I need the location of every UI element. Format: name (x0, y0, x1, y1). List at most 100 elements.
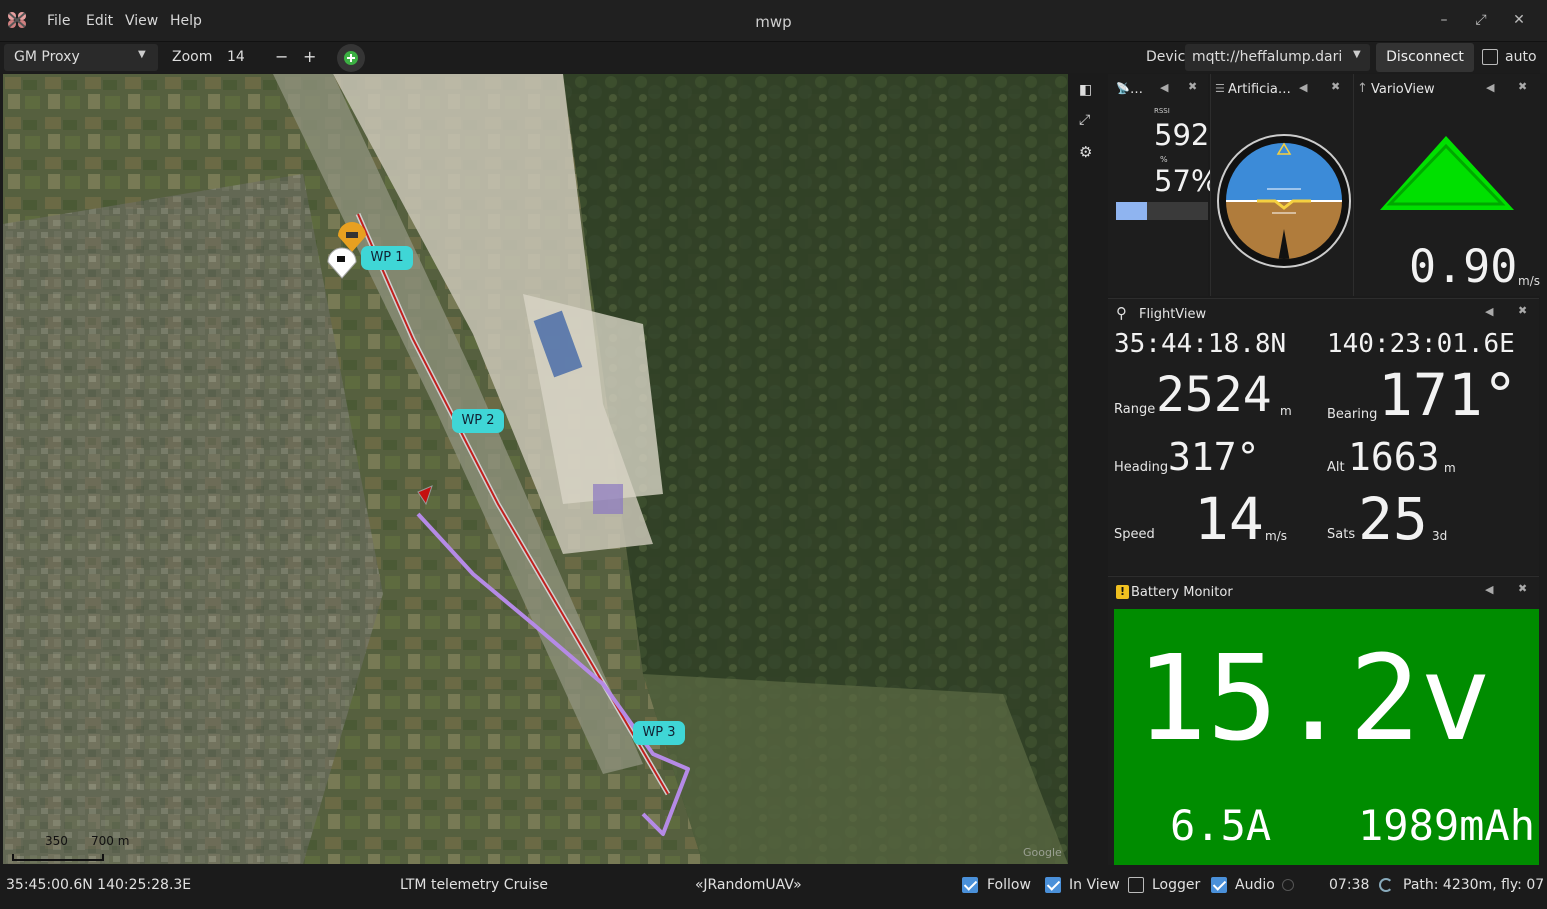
satellite-map[interactable] (3, 74, 1068, 864)
detach-icon[interactable]: ◀ (1160, 81, 1168, 94)
sats-label: Sats (1327, 527, 1356, 542)
warning-icon: ! (1116, 585, 1129, 599)
close-panel-icon[interactable]: ✖ (1518, 582, 1527, 595)
follow-checkbox[interactable] (962, 877, 978, 893)
speed-value: 14 (1194, 485, 1264, 553)
map-attribution: Google (1023, 846, 1062, 859)
close-panel-icon[interactable]: ✖ (1518, 80, 1527, 93)
close-panel-icon[interactable]: ✖ (1518, 304, 1527, 317)
waypoint-2[interactable]: WP 2 (452, 409, 504, 433)
sats-unit: 3d (1432, 529, 1448, 543)
detach-icon[interactable]: ◀ (1299, 81, 1307, 94)
antenna-icon: 📡 (1116, 82, 1130, 95)
menu-view[interactable]: View (125, 13, 158, 29)
add-button[interactable] (337, 44, 365, 72)
audio-checkbox[interactable] (1211, 877, 1227, 893)
logger-checkbox[interactable] (1128, 877, 1144, 893)
battery-voltage: 15.2v (1136, 629, 1492, 767)
device-value: mqtt://heffalump.daria.co (1192, 49, 1342, 65)
speed-label: Speed (1114, 527, 1155, 542)
map-source-select[interactable]: GM Proxy ▼ (4, 44, 158, 71)
audio-label: Audio (1235, 877, 1275, 893)
status-indicator (1282, 879, 1294, 891)
waypoint-1[interactable]: WP 1 (361, 246, 413, 270)
alt-label: Alt (1327, 460, 1345, 475)
in-view-label: In View (1069, 877, 1120, 893)
arrow-up-icon: ↑ (1357, 81, 1368, 96)
disconnect-button[interactable]: Disconnect (1376, 43, 1474, 72)
menu-edit[interactable]: Edit (86, 13, 113, 29)
fullscreen-icon[interactable]: ⤢ (1079, 112, 1095, 128)
rssi-label: RSSI (1154, 107, 1170, 115)
cursor-position: 35:45:00.6N 140:25:28.3E (6, 877, 192, 893)
gear-icon[interactable]: ⚙ (1079, 143, 1095, 161)
auto-checkbox[interactable] (1482, 49, 1498, 65)
title-bar: File Edit View Help mwp – ⤢ ✕ (0, 0, 1547, 42)
detach-icon[interactable]: ◀ (1486, 81, 1494, 94)
device-select[interactable]: mqtt://heffalump.daria.co ▼ (1185, 44, 1370, 71)
latitude: 35:44:18.8N (1114, 329, 1287, 359)
vario-unit: m/s (1518, 274, 1540, 288)
range-value: 2524 (1156, 367, 1272, 423)
plus-circle-icon (344, 51, 358, 65)
heading-value: 317° (1168, 435, 1260, 479)
longitude: 140:23:01.6E (1327, 329, 1515, 359)
map-source-value: GM Proxy (14, 49, 80, 65)
speed-unit: m/s (1265, 529, 1287, 543)
radio-panel: 📡 … ◀ ✖ RSSI 592 % 57% (1108, 74, 1218, 296)
battery-current: 6.5A (1170, 801, 1272, 850)
artificial-horizon (1217, 134, 1351, 268)
app-icon (8, 12, 26, 28)
close-panel-icon[interactable]: ✖ (1188, 80, 1197, 93)
rssi-pct-label: % (1160, 155, 1168, 164)
attitude-panel-title: Artificia… (1228, 82, 1291, 97)
battery-capacity: 1989mAh (1358, 801, 1536, 850)
flight-panel: ⚲ FlightView ◀ ✖ 35:44:18.8N 140:23:01.6… (1108, 298, 1539, 575)
zoom-value[interactable]: 14 (227, 49, 245, 65)
menu-icon: ☰ (1215, 82, 1225, 95)
battery-panel-title: Battery Monitor (1131, 585, 1233, 600)
alt-unit: m (1444, 461, 1456, 475)
detach-icon[interactable]: ◀ (1485, 305, 1493, 318)
maximize-icon[interactable]: ⤢ (1471, 10, 1491, 30)
heading-label: Heading (1114, 460, 1169, 475)
map-view[interactable]: WP 1 WP 2 WP 3 350 700 m Google (3, 74, 1068, 864)
follow-label: Follow (987, 877, 1031, 893)
toolbar: GM Proxy ▼ Zoom 14 − + Device mqtt://hef… (0, 42, 1547, 73)
in-view-checkbox[interactable] (1045, 877, 1061, 893)
search-icon: ⚲ (1116, 304, 1127, 322)
dock-toolbar: ◧ ⤢ ⚙ (1068, 74, 1106, 864)
vario-panel-title: VarioView (1371, 82, 1435, 97)
zoom-out-button[interactable]: − (275, 47, 288, 66)
rssi-bar-fill (1116, 202, 1148, 220)
status-bar: 35:45:00.6N 140:25:28.3E LTM telemetry C… (0, 865, 1547, 909)
chevron-down-icon: ▼ (1353, 49, 1361, 60)
window-title: mwp (755, 13, 792, 31)
rssi-bar (1116, 202, 1208, 220)
minimize-icon[interactable]: – (1434, 10, 1454, 30)
chevron-down-icon: ▼ (138, 49, 146, 60)
waypoint-3[interactable]: WP 3 (633, 721, 685, 745)
close-panel-icon[interactable]: ✖ (1331, 80, 1340, 93)
telemetry-status: LTM telemetry Cruise (400, 877, 548, 893)
battery-panel: ! Battery Monitor ◀ ✖ 15.2v 6.5A 1989mAh (1108, 576, 1539, 865)
radio-panel-title: … (1130, 82, 1143, 97)
rssi-value: 592 (1154, 118, 1210, 152)
logger-label: Logger (1152, 877, 1201, 893)
bearing-label: Bearing (1327, 407, 1378, 422)
auto-label: auto (1505, 49, 1537, 65)
scale-label-2: 700 m (91, 834, 130, 848)
close-icon[interactable]: ✕ (1509, 10, 1529, 30)
scale-label-1: 350 (45, 834, 68, 848)
detach-icon[interactable]: ◀ (1485, 583, 1493, 596)
path-summary: Path: 4230m, fly: 07:09 (1403, 877, 1543, 893)
climb-arrow-icon (1380, 136, 1514, 210)
zoom-in-button[interactable]: + (303, 47, 316, 66)
vario-panel: ↑ VarioView ◀ ✖ 0.90 m/s (1353, 74, 1540, 296)
zoom-label: Zoom (172, 49, 213, 65)
attitude-panel: ☰ Artificia… ◀ ✖ (1210, 74, 1353, 296)
menu-file[interactable]: File (47, 13, 70, 29)
sats-value: 25 (1358, 485, 1428, 553)
dock-icon[interactable]: ◧ (1079, 82, 1095, 98)
menu-help[interactable]: Help (170, 13, 202, 29)
